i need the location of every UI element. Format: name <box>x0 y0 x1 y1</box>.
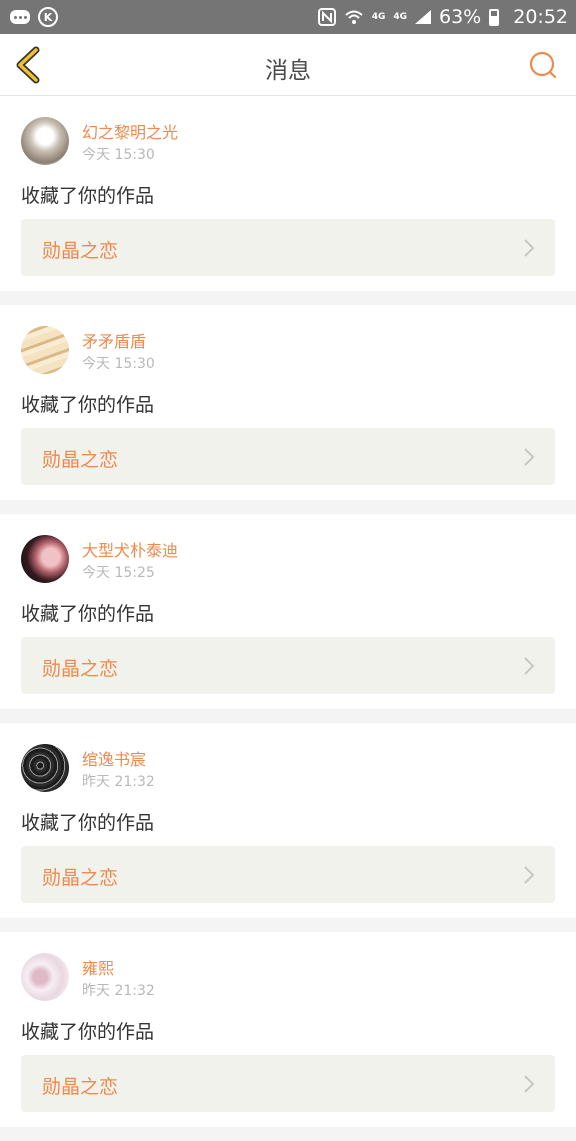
chevron-right-icon <box>524 448 535 466</box>
timestamp: 今天 15:30 <box>82 147 155 163</box>
timestamp: 今天 15:30 <box>82 356 155 372</box>
username[interactable]: 雍熙 <box>82 955 114 979</box>
timestamp: 今天 15:25 <box>82 565 155 581</box>
work-title: 勋晶之恋 <box>42 449 119 471</box>
chevron-right-icon <box>524 657 535 675</box>
action-text: 收藏了你的作品 <box>21 394 155 416</box>
nfc-icon <box>317 8 336 26</box>
wifi-icon <box>345 10 363 24</box>
k-circle-icon: K <box>38 7 58 27</box>
timestamp: 昨天 21:32 <box>82 983 155 999</box>
work-link[interactable]: 勋晶之恋 <box>21 637 555 694</box>
battery-percentage: 63% <box>439 6 482 28</box>
avatar[interactable] <box>21 953 69 1001</box>
username[interactable]: 矛矛盾盾 <box>82 328 146 352</box>
page-title: 消息 <box>265 58 311 84</box>
clock: 20:52 <box>513 6 568 28</box>
message-list: 幻之黎明之光 今天 15:30 收藏了你的作品 勋晶之恋 矛矛盾盾 今天 15:… <box>0 96 576 1141</box>
action-text: 收藏了你的作品 <box>21 812 155 834</box>
action-text: 收藏了你的作品 <box>21 1021 155 1043</box>
status-bar-left: K <box>10 7 58 27</box>
action-text: 收藏了你的作品 <box>21 603 155 625</box>
chat-bubble-icon <box>10 10 30 24</box>
avatar[interactable] <box>21 744 69 792</box>
work-link[interactable]: 勋晶之恋 <box>21 219 555 276</box>
message-card: 矛矛盾盾 今天 15:30 收藏了你的作品 勋晶之恋 <box>0 305 576 500</box>
work-title: 勋晶之恋 <box>42 1076 119 1098</box>
work-link[interactable]: 勋晶之恋 <box>21 428 555 485</box>
message-card: 绾逸书宸 昨天 21:32 收藏了你的作品 勋晶之恋 <box>0 723 576 918</box>
work-title: 勋晶之恋 <box>42 867 119 889</box>
message-card: 大型犬朴泰迪 今天 15:25 收藏了你的作品 勋晶之恋 <box>0 514 576 709</box>
username[interactable]: 大型犬朴泰迪 <box>82 537 178 561</box>
work-link[interactable]: 勋晶之恋 <box>21 846 555 903</box>
work-title: 勋晶之恋 <box>42 240 119 262</box>
search-icon[interactable] <box>528 50 558 80</box>
message-card: 幻之黎明之光 今天 15:30 收藏了你的作品 勋晶之恋 <box>0 96 576 291</box>
network-type-label: 4G <box>371 12 386 22</box>
battery-icon <box>489 8 500 26</box>
status-bar: K 4G 4G 63% 20:52 <box>0 0 576 34</box>
status-bar-right: 4G 4G 63% 20:52 <box>317 6 568 28</box>
action-text: 收藏了你的作品 <box>21 185 155 207</box>
username[interactable]: 绾逸书宸 <box>82 746 146 770</box>
chevron-right-icon <box>524 1075 535 1093</box>
avatar[interactable] <box>21 535 69 583</box>
chevron-right-icon <box>524 866 535 884</box>
network-type-label-2: 4G <box>393 12 407 22</box>
signal-icon <box>415 10 431 24</box>
work-link[interactable]: 勋晶之恋 <box>21 1055 555 1112</box>
avatar[interactable] <box>21 326 69 374</box>
username[interactable]: 幻之黎明之光 <box>82 119 178 143</box>
chevron-right-icon <box>524 239 535 257</box>
message-card: 雍熙 昨天 21:32 收藏了你的作品 勋晶之恋 <box>0 932 576 1127</box>
nav-header: 消息 <box>0 34 576 96</box>
timestamp: 昨天 21:32 <box>82 774 155 790</box>
avatar[interactable] <box>21 117 69 165</box>
work-title: 勋晶之恋 <box>42 658 119 680</box>
